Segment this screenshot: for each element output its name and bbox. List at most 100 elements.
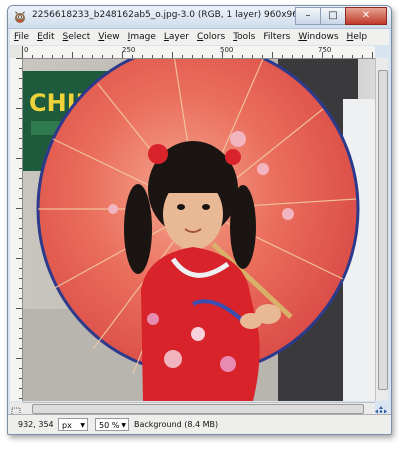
ruler-tick: [19, 348, 22, 349]
ruler-tick: [19, 168, 22, 169]
ruler-tick: [19, 118, 22, 119]
ruler-tick: [352, 55, 353, 58]
unit-value: px: [62, 421, 72, 430]
vertical-scroll-thumb[interactable]: [378, 70, 388, 390]
title-bar[interactable]: 2256618233_b248162ab5_o.jpg-3.0 (RGB, 1 …: [8, 6, 391, 29]
ruler-tick: [372, 52, 373, 58]
ruler-tick: [19, 248, 22, 249]
ruler-tick: [22, 46, 23, 58]
menu-label: olors: [203, 32, 226, 42]
ruler-tick: [19, 278, 22, 279]
ruler-tick: [132, 55, 133, 58]
ruler-tick: [19, 338, 22, 339]
ruler-tick: [19, 298, 22, 299]
ruler-tick: [192, 55, 193, 58]
window-controls: – □ ✕: [295, 7, 387, 25]
ruler-tick: [362, 55, 363, 58]
ruler-tick: [16, 308, 22, 309]
menu-bar: File Edit Select View Image Layer Colors…: [10, 29, 389, 45]
image-canvas[interactable]: CHINES: [23, 59, 375, 401]
menu-edit[interactable]: Edit: [37, 32, 54, 42]
ruler-tick: [19, 288, 22, 289]
zoom-value: 50 %: [99, 421, 120, 430]
ruler-tick: [112, 55, 113, 58]
ruler-tick: [19, 228, 22, 229]
window-title: 2256618233_b248162ab5_o.jpg-3.0 (RGB, 1 …: [32, 10, 337, 20]
unit-select[interactable]: px ▼: [58, 418, 88, 431]
photo-girl-with-parasol: CHINES: [23, 59, 375, 401]
menu-label: elp: [353, 32, 368, 42]
ruler-tick: [19, 268, 22, 269]
ruler-tick: [322, 52, 323, 58]
ruler-tick: [212, 55, 213, 58]
ruler-tick: [19, 138, 22, 139]
menu-label: Filters: [263, 32, 291, 42]
ruler-tick: [19, 238, 22, 239]
ruler-label: 250: [122, 46, 136, 54]
vertical-scrollbar[interactable]: [375, 58, 388, 401]
ruler-tick: [19, 98, 22, 99]
ruler-tick: [16, 58, 22, 59]
quick-mask-icon[interactable]: [10, 402, 22, 416]
ruler-tick: [19, 218, 22, 219]
menu-label: indows: [307, 32, 339, 42]
ruler-tick: [19, 68, 22, 69]
ruler-label: 0: [24, 46, 29, 54]
navigate-arrows-icon[interactable]: [375, 402, 387, 417]
menu-windows[interactable]: Windows: [298, 32, 338, 42]
menu-file[interactable]: File: [14, 32, 29, 42]
horizontal-scrollbar[interactable]: [22, 402, 375, 414]
ruler-tick: [272, 52, 273, 58]
menu-select[interactable]: Select: [63, 32, 91, 42]
ruler-tick: [342, 55, 343, 58]
menu-label: mage: [130, 32, 156, 42]
ruler-tick: [19, 148, 22, 149]
ruler-tick: [16, 358, 22, 359]
ruler-tick: [182, 55, 183, 58]
ruler-tick: [122, 52, 123, 58]
menu-filters[interactable]: Filters: [263, 32, 290, 42]
vertical-ruler[interactable]: [10, 58, 23, 401]
menu-help[interactable]: Help: [347, 32, 368, 42]
ruler-tick: [42, 55, 43, 58]
menu-layer[interactable]: Layer: [164, 32, 189, 42]
ruler-tick: [242, 55, 243, 58]
ruler-tick: [19, 398, 22, 399]
layer-info: Background (8.4 MB): [134, 420, 219, 429]
menu-colors[interactable]: Colors: [197, 32, 225, 42]
ruler-tick: [302, 55, 303, 58]
ruler-tick: [142, 55, 143, 58]
gimp-wilber-icon: [15, 11, 25, 23]
ruler-tick: [282, 55, 283, 58]
menu-label: elect: [68, 32, 91, 42]
horizontal-scroll-thumb[interactable]: [32, 404, 364, 414]
ruler-tick: [16, 258, 22, 259]
maximize-button[interactable]: □: [320, 7, 346, 25]
ruler-tick: [19, 198, 22, 199]
zoom-select[interactable]: 50 % ▼: [95, 418, 129, 431]
menu-tools[interactable]: Tools: [233, 32, 255, 42]
menu-image[interactable]: Image: [128, 32, 156, 42]
menu-label: ayer: [168, 32, 189, 42]
ruler-tick: [262, 55, 263, 58]
ruler-tick: [19, 318, 22, 319]
ruler-tick: [16, 108, 22, 109]
minimize-button[interactable]: –: [295, 7, 321, 25]
menu-label: iew: [104, 32, 120, 42]
menu-mnemonic: W: [298, 32, 308, 42]
ruler-tick: [82, 55, 83, 58]
ruler-tick: [16, 208, 22, 209]
ruler-tick: [19, 378, 22, 379]
ruler-tick: [19, 178, 22, 179]
ruler-tick: [72, 52, 73, 58]
close-button[interactable]: ✕: [345, 7, 387, 25]
menu-view[interactable]: View: [98, 32, 119, 42]
horizontal-ruler[interactable]: 0 250 500 750: [22, 46, 375, 59]
menu-label: ools: [237, 32, 256, 42]
menu-label: ile: [18, 32, 30, 42]
menu-label: dit: [42, 32, 55, 42]
ruler-tick: [232, 55, 233, 58]
ruler-tick: [16, 158, 22, 159]
chevron-down-icon: ▼: [80, 422, 85, 429]
ruler-tick: [19, 188, 22, 189]
